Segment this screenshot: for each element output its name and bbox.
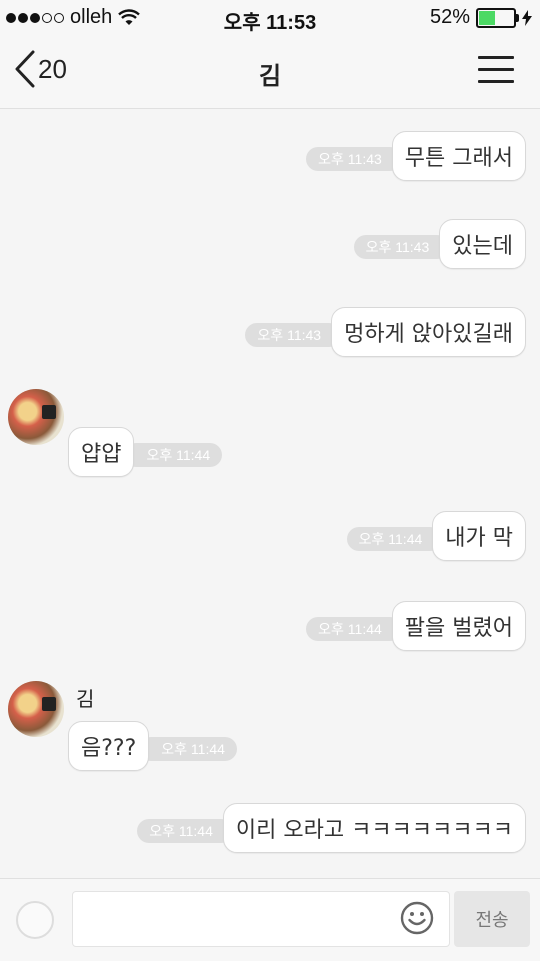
input-bar: 전송 xyxy=(0,878,540,961)
message-time: 오후 11:44 xyxy=(139,737,237,761)
message-time: 오후 11:44 xyxy=(137,819,233,843)
message-bubble[interactable]: 이리 오라고 ㅋㅋㅋㅋㅋㅋㅋㅋ xyxy=(222,803,526,853)
message-row: 오후 11:44 이리 오라고 ㅋㅋㅋㅋㅋㅋㅋㅋ xyxy=(0,803,540,853)
chat-title: 김 xyxy=(258,62,282,90)
message-time: 오후 11:44 xyxy=(306,617,402,641)
battery-fill xyxy=(479,10,495,25)
menu-icon[interactable] xyxy=(478,56,514,84)
message-time: 오후 11:44 xyxy=(346,527,443,551)
message-row: 오후 11:44 내가 막 xyxy=(0,511,540,561)
message-bubble[interactable]: 무튼 그래서 xyxy=(391,131,526,181)
charging-bolt-icon xyxy=(522,9,532,26)
message-time: 오후 11:43 xyxy=(306,147,402,171)
status-bar: olleh 오후 11:53 52% xyxy=(0,0,540,36)
message-row: 오후 11:43 무튼 그래서 xyxy=(0,131,540,181)
emoji-icon[interactable] xyxy=(400,901,434,935)
message-row: 오후 11:43 멍하게 앉아있길래 xyxy=(0,307,540,357)
message-bubble[interactable]: 팔을 벌렸어 xyxy=(391,601,526,651)
message-time: 오후 11:43 xyxy=(245,323,342,347)
attach-icon[interactable] xyxy=(16,901,54,939)
send-button[interactable]: 전송 xyxy=(454,891,530,947)
message-row: 얍얍 오후 11:44 xyxy=(0,427,540,477)
message-list[interactable]: 오후 11:43 무튼 그래서 오후 11:43 있는데 오후 11:43 멍하… xyxy=(0,109,540,879)
message-row: 오후 11:43 있는데 xyxy=(0,219,540,269)
message-time: 오후 11:44 xyxy=(124,443,223,467)
message-input[interactable] xyxy=(72,891,450,947)
message-bubble[interactable]: 있는데 xyxy=(439,219,526,269)
message-bubble[interactable]: 음??? xyxy=(68,721,150,771)
status-right: 52% xyxy=(430,6,532,29)
message-bubble[interactable]: 멍하게 앉아있길래 xyxy=(331,307,526,357)
message-row: 오후 11:44 팔을 벌렸어 xyxy=(0,601,540,651)
message-bubble[interactable]: 내가 막 xyxy=(432,511,526,561)
chat-header: 20 김 xyxy=(0,36,540,109)
sender-name: 김 xyxy=(76,687,95,711)
battery-icon xyxy=(476,7,519,28)
message-time: 오후 11:43 xyxy=(353,235,450,259)
message-bubble[interactable]: 얍얍 xyxy=(68,427,135,477)
battery-percent: 52% xyxy=(429,6,470,28)
message-row: 음??? 오후 11:44 xyxy=(0,721,540,771)
